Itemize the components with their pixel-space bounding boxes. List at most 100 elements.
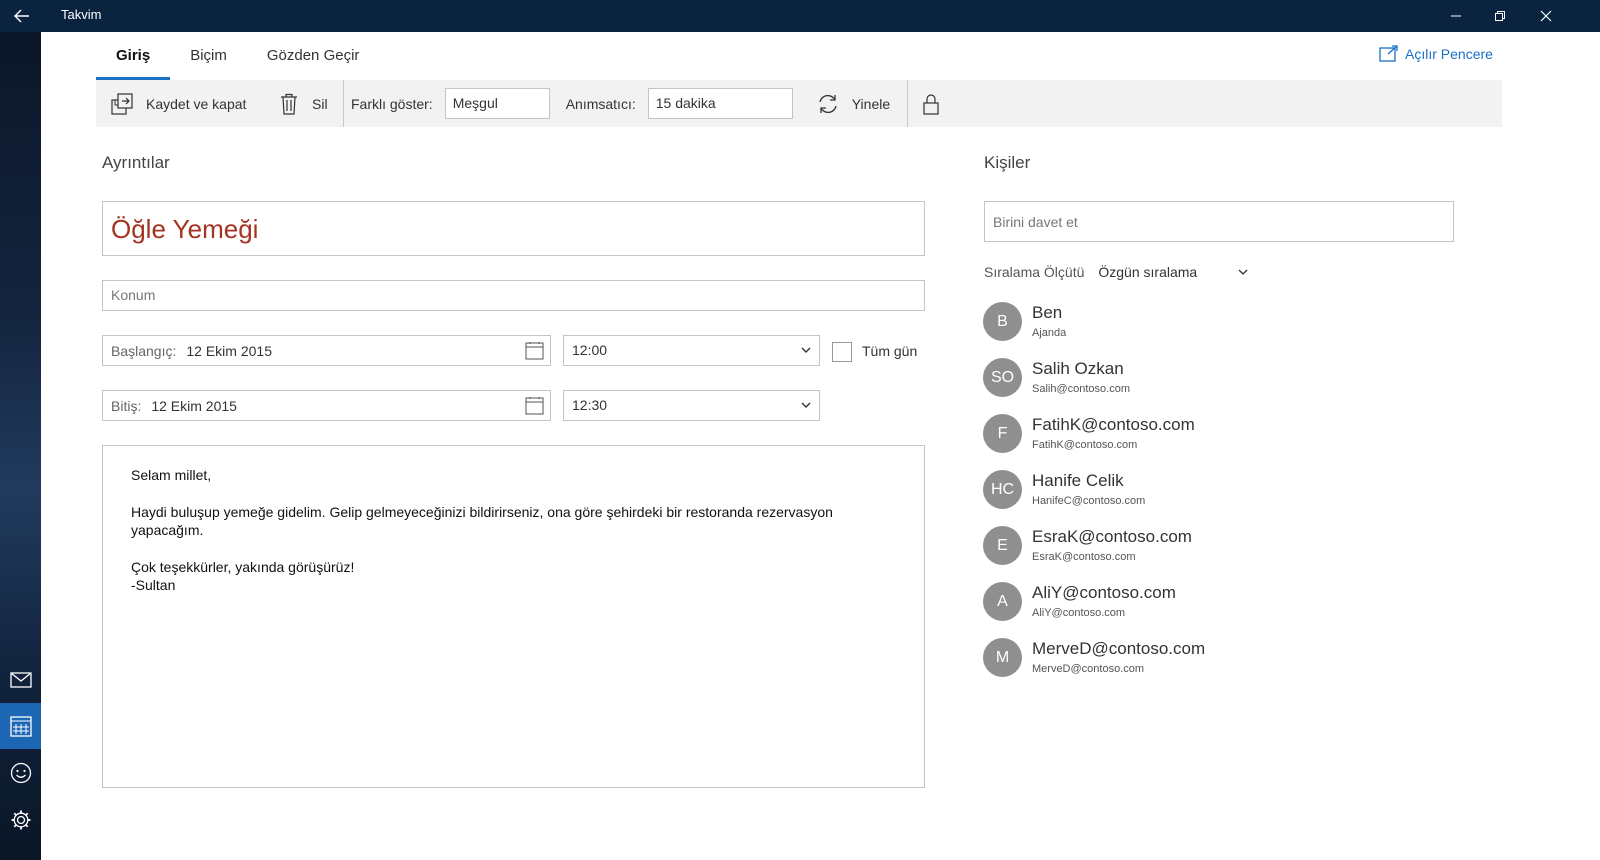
attendee-email: EsraK@contoso.com	[1032, 551, 1136, 563]
popout-label: Açılır Pencere	[1405, 45, 1493, 62]
trash-icon	[281, 93, 297, 115]
attendee-item[interactable]: SO Salih Ozkan Salih@contoso.com	[983, 358, 1483, 414]
end-date-label: Bitiş:	[111, 397, 142, 414]
show-as-select[interactable]: Meşgul	[444, 88, 550, 119]
popout-button[interactable]: Açılır Pencere	[1379, 45, 1493, 62]
sidebar-item-feedback[interactable]	[0, 750, 41, 796]
end-date-picker[interactable]: Bitiş: 12 Ekim 2015	[102, 390, 551, 421]
attendee-name: Ben	[1032, 303, 1063, 322]
restore-button[interactable]	[1477, 0, 1523, 32]
people-heading: Kişiler	[984, 153, 1031, 172]
attendee-item[interactable]: M MerveD@contoso.com MerveD@contoso.com	[983, 638, 1483, 694]
window-title: Takvim	[61, 7, 102, 22]
restore-icon	[1495, 11, 1505, 21]
avatar: SO	[983, 358, 1022, 397]
calendar-icon	[9, 716, 32, 737]
avatar: F	[983, 414, 1022, 453]
repeat-label: Yinele	[851, 95, 891, 112]
save-close-label: Kaydet ve kapat	[146, 95, 247, 112]
title-bar: Takvim	[0, 0, 1600, 32]
sidebar-item-settings[interactable]	[0, 797, 41, 843]
settings-gear-icon	[11, 810, 30, 830]
attendee-name: FatihK@contoso.com	[1032, 415, 1195, 434]
attendee-item[interactable]: F FatihK@contoso.com FatihK@contoso.com	[983, 414, 1483, 470]
tab-review[interactable]: Gözden Geçir	[247, 32, 380, 80]
details-heading: Ayrıntılar	[102, 153, 170, 172]
repeat-button[interactable]: Yinele	[793, 80, 907, 127]
location-input[interactable]: Konum	[102, 280, 925, 311]
attendee-email: Ajanda	[1032, 327, 1067, 339]
avatar: M	[983, 638, 1022, 677]
private-button[interactable]	[908, 80, 940, 127]
attendee-name: AliY@contoso.com	[1032, 583, 1176, 602]
calendar-icon	[525, 397, 544, 415]
tab-home[interactable]: Giriş	[96, 32, 171, 80]
chevron-down-icon	[801, 347, 811, 353]
invite-input[interactable]: Birini davet et	[984, 201, 1454, 242]
sort-label: Sıralama Ölçütü	[984, 264, 1085, 280]
mail-icon	[9, 672, 32, 688]
attendee-name: MerveD@contoso.com	[1032, 639, 1206, 658]
body-paragraph: Çok teşekkürler, yakında görüşürüz! -Sul…	[131, 559, 355, 593]
delete-button[interactable]: Sil	[270, 80, 343, 127]
chevron-down-icon	[801, 402, 811, 408]
attendee-item[interactable]: HC Hanife Celik HanifeC@contoso.com	[983, 470, 1483, 526]
popout-window-icon	[1379, 45, 1398, 62]
all-day-checkbox[interactable]	[832, 342, 852, 362]
tab-format[interactable]: Biçim	[170, 32, 247, 80]
reminder-group: Anımsatıcı: 15 dakika	[550, 80, 793, 127]
minimize-button[interactable]	[1433, 0, 1479, 32]
reminder-select[interactable]: 15 dakika	[647, 88, 793, 119]
subject-input[interactable]: Öğle Yemeği	[102, 201, 925, 256]
ribbon-tabs: Giriş Biçim Gözden Geçir	[96, 32, 379, 80]
delete-label: Sil	[312, 95, 328, 112]
attendee-list: B Ben Ajanda SO Salih Ozkan Salih@contos…	[983, 302, 1483, 694]
repeat-icon	[819, 94, 837, 113]
all-day-label: Tüm gün	[862, 343, 918, 359]
sidebar-item-calendar[interactable]	[0, 703, 41, 749]
avatar: E	[983, 526, 1022, 565]
close-button[interactable]	[1523, 0, 1569, 32]
feedback-smiley-icon	[10, 762, 31, 784]
end-time-value: 12:30	[572, 397, 608, 413]
start-time-select[interactable]: 12:00	[563, 335, 820, 366]
minimize-icon	[1451, 15, 1461, 17]
attendee-email: HanifeC@contoso.com	[1032, 495, 1146, 507]
chevron-down-icon[interactable]	[1238, 267, 1248, 277]
start-date-label: Başlangıç:	[111, 342, 177, 359]
show-as-group: Farklı göster: Meşgul	[344, 80, 550, 127]
body-paragraph: Selam millet,	[131, 467, 212, 483]
body-paragraph: Haydi buluşup yemeğe gidelim. Gelip gelm…	[131, 504, 837, 538]
avatar: A	[983, 582, 1022, 621]
end-time-select[interactable]: 12:30	[563, 390, 820, 421]
sort-select[interactable]: Özgün sıralama	[1098, 264, 1238, 280]
back-arrow-icon	[14, 9, 29, 23]
attendee-email: FatihK@contoso.com	[1032, 439, 1138, 451]
close-icon	[1540, 10, 1552, 22]
attendee-name: Hanife Celik	[1032, 471, 1124, 490]
save-close-button[interactable]: Kaydet ve kapat	[96, 80, 270, 127]
attendee-name: Salih Ozkan	[1032, 359, 1124, 378]
show-as-label: Farklı göster:	[351, 95, 433, 112]
sidebar-item-mail[interactable]	[0, 657, 41, 703]
avatar: B	[983, 302, 1022, 341]
app-sidebar	[0, 32, 41, 860]
start-date-value: 12 Ekim 2015	[186, 342, 272, 359]
calendar-icon	[525, 342, 544, 360]
avatar: HC	[983, 470, 1022, 509]
attendee-item[interactable]: A AliY@contoso.com AliY@contoso.com	[983, 582, 1483, 638]
event-body-editor[interactable]: Selam millet, Haydi buluşup yemeğe gidel…	[102, 445, 925, 788]
reminder-label: Anımsatıcı:	[565, 95, 636, 112]
start-date-picker[interactable]: Başlangıç: 12 Ekim 2015	[102, 335, 551, 366]
end-date-value: 12 Ekim 2015	[151, 397, 237, 414]
attendee-item[interactable]: E EsraK@contoso.com EsraK@contoso.com	[983, 526, 1483, 582]
attendee-email: Salih@contoso.com	[1032, 383, 1130, 395]
lock-icon	[923, 93, 939, 115]
attendee-item[interactable]: B Ben Ajanda	[983, 302, 1483, 358]
attendee-name: EsraK@contoso.com	[1032, 527, 1192, 546]
save-close-icon	[111, 92, 133, 115]
back-button[interactable]	[0, 0, 44, 32]
ribbon-toolbar: Kaydet ve kapat Sil Farklı göster: Meşgu…	[96, 80, 1502, 127]
start-time-value: 12:00	[572, 342, 608, 358]
attendee-email: MerveD@contoso.com	[1032, 663, 1145, 675]
